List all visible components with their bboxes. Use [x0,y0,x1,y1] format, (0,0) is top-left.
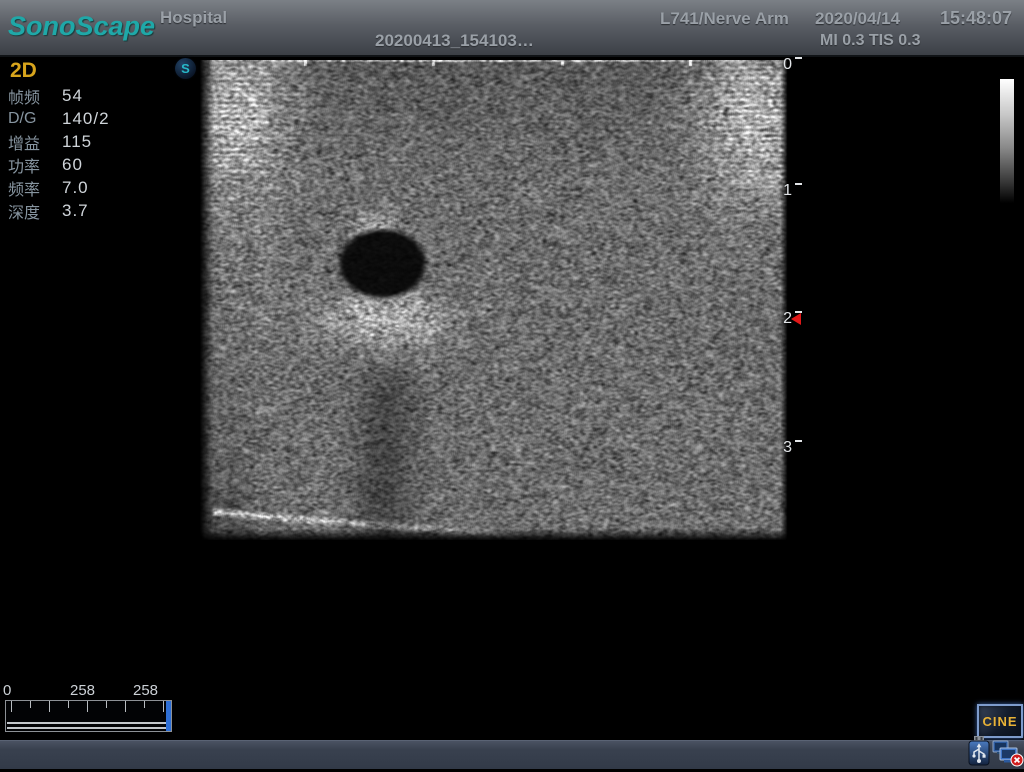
param-label: 功率 [8,153,62,177]
param-row: 深度3.7 [8,199,158,222]
param-value: 115 [62,132,92,152]
clock: 15:48:07 [940,8,1012,29]
cine-tick [106,701,107,708]
cine-frame-start: 0 [3,682,11,699]
depth-tick [795,57,802,59]
bottom-status-strip [0,740,1024,769]
param-row: D/G140/2 [8,107,158,130]
top-bar: SonoScape Hospital 20200413_154103… L741… [0,0,1024,57]
cine-tick [68,701,69,708]
param-label: D/G [8,110,62,128]
cine-tick [49,701,50,712]
param-value: 140/2 [62,109,110,129]
exam-id: 20200413_154103… [375,31,534,51]
cine-tick [30,701,31,708]
probe-orientation-marker-icon: S [175,58,196,79]
cine-frame-total: 258 [133,682,158,699]
cine-frame-current: 258 [70,682,95,699]
param-row: 频率7.0 [8,176,158,199]
depth-mark-2: 2 [770,310,792,328]
param-label: 频率 [8,176,62,200]
param-label: 增益 [8,130,62,154]
sonoscape-logo: SonoScape [8,11,155,42]
mode-label: 2D [10,59,37,83]
network-disconnected-icon[interactable] [991,740,1024,772]
cine-position-marker [166,701,171,731]
param-label: 帧频 [8,84,62,108]
hospital-name: Hospital [160,8,227,28]
cine-tick [144,701,145,708]
depth-ruler: 0 1 2 3 [770,0,810,560]
focus-marker-icon [791,313,801,325]
cine-tick [87,701,88,712]
depth-mark-1: 1 [770,182,792,200]
cine-track-line [7,727,167,729]
param-row: 帧频54 [8,84,158,107]
depth-tick [795,183,802,185]
parameter-panel: 帧频54D/G140/2增益115功率60频率7.0深度3.7 [8,84,158,222]
date: 2020/04/14 [815,9,900,29]
param-row: 功率60 [8,153,158,176]
param-value: 60 [62,155,83,175]
depth-mark-3: 3 [770,439,792,457]
cine-tick [163,701,164,712]
param-value: 3.7 [62,201,89,221]
param-value: 7.0 [62,178,89,198]
screen: SonoScape Hospital 20200413_154103… L741… [0,0,1024,768]
usb-icon[interactable] [968,736,990,771]
param-row: 增益115 [8,130,158,153]
param-value: 54 [62,86,83,106]
cine-tick [125,701,126,712]
mi-tis-indices: MI 0.3 TIS 0.3 [820,32,920,50]
cine-button[interactable]: CINE [977,704,1023,738]
depth-mark-0: 0 [770,56,792,74]
cine-tick [11,701,12,712]
ultrasound-image [200,60,790,540]
grayscale-map-bar [1000,79,1014,203]
depth-tick [795,440,802,442]
cine-progress-bar [5,700,172,732]
cine-track-line [7,722,167,724]
param-label: 深度 [8,199,62,223]
